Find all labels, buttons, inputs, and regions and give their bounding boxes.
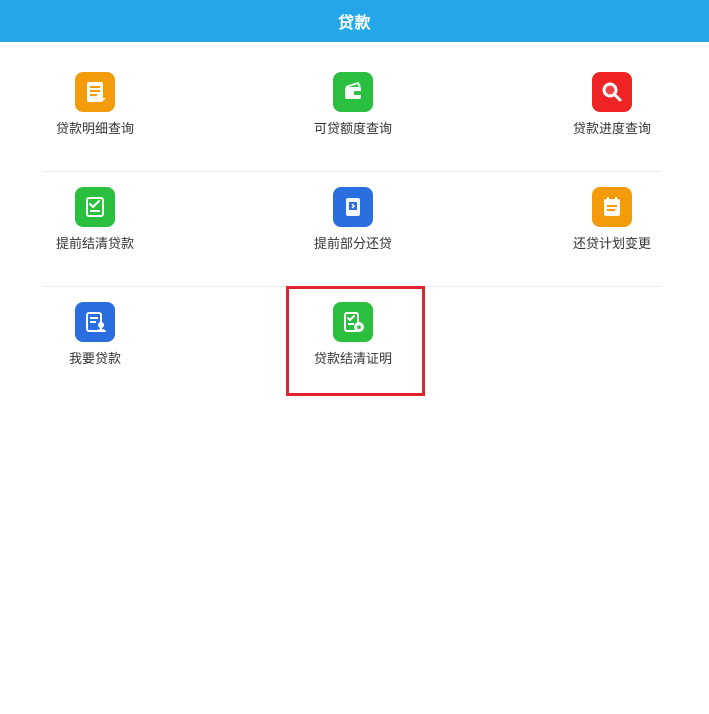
loan-grid: 贷款明细查询 可贷额度查询 贷款进度查询 提前结清贷款 提前部分还贷 还贷计划变…: [0, 42, 709, 387]
tile-label: 提前部分还贷: [313, 237, 392, 252]
early-settlement-button[interactable]: 提前结清贷款: [25, 157, 165, 257]
tile-label: 我要贷款: [68, 352, 121, 367]
calendar-plan-icon: [592, 187, 632, 227]
repayment-plan-change-button[interactable]: 还贷计划变更: [542, 157, 682, 257]
user-card-icon: [75, 302, 115, 342]
tile-label: 还贷计划变更: [572, 237, 651, 252]
loan-page: 贷款 贷款明细查询 可贷额度查询 贷款进度查询 提前结清贷款 提前部分还贷 还贷…: [0, 0, 709, 714]
loan-settlement-certificate-button[interactable]: 贷款结清证明: [283, 272, 423, 372]
tile-label: 贷款明细查询: [55, 122, 134, 137]
wallet-icon: [333, 72, 373, 112]
tile-label: 贷款进度查询: [572, 122, 651, 137]
grid-row-3: 我要贷款 贷款结清证明: [0, 272, 709, 387]
document-list-icon: [75, 72, 115, 112]
search-magnifier-icon: [592, 72, 632, 112]
loan-limit-query-button[interactable]: 可贷额度查询: [283, 42, 423, 142]
tile-label: 贷款结清证明: [313, 352, 392, 367]
tile-label: 可贷额度查询: [313, 122, 392, 137]
grid-row-1: 贷款明细查询 可贷额度查询 贷款进度查询: [0, 42, 709, 157]
apply-loan-button[interactable]: 我要贷款: [25, 272, 165, 372]
loan-detail-query-button[interactable]: 贷款明细查询: [25, 42, 165, 142]
tile-label: 提前结清贷款: [55, 237, 134, 252]
top-bar: 贷款: [0, 0, 709, 42]
grid-row-2: 提前结清贷款 提前部分还贷 还贷计划变更: [0, 157, 709, 272]
certificate-star-icon: [333, 302, 373, 342]
page-title: 贷款: [337, 13, 371, 32]
checklist-icon: [75, 187, 115, 227]
phone-transfer-icon: [333, 187, 373, 227]
partial-prepayment-button[interactable]: 提前部分还贷: [283, 157, 423, 257]
loan-progress-query-button[interactable]: 贷款进度查询: [542, 42, 682, 142]
